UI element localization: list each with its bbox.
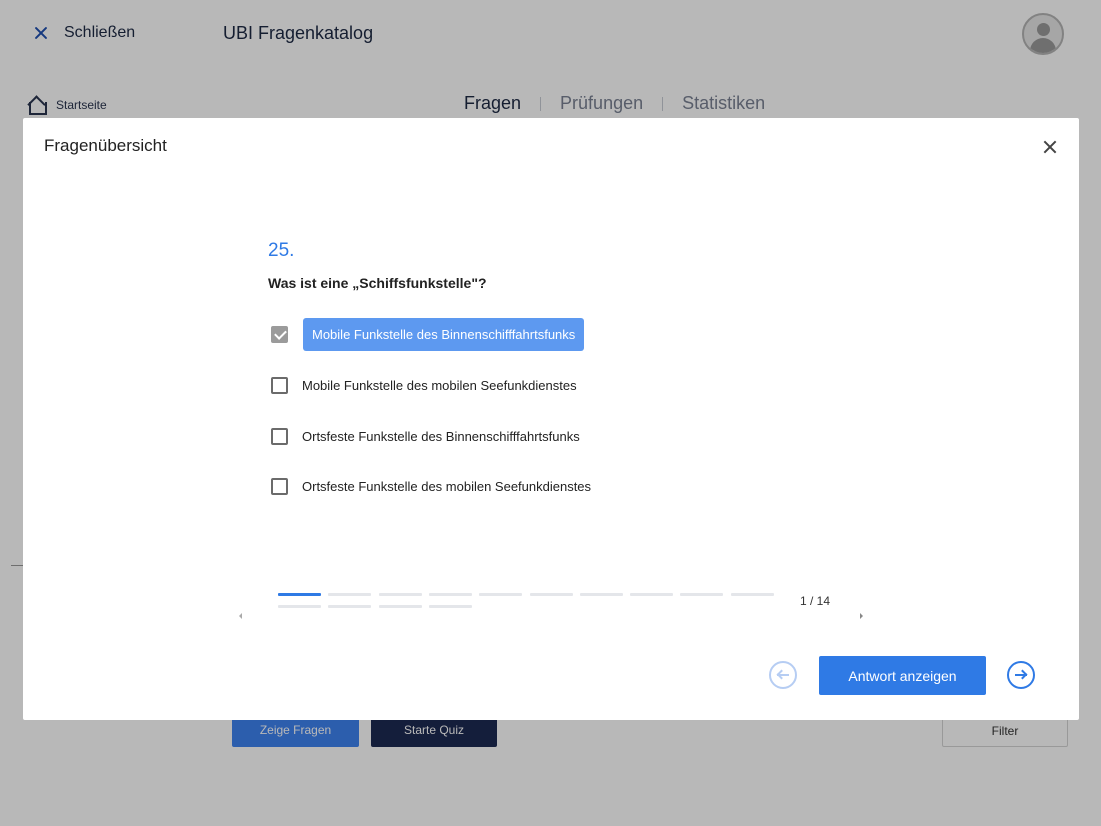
- answer-option-2[interactable]: Mobile Funkstelle des mobilen Seefunkdie…: [271, 377, 577, 394]
- question-text: Was ist eine „Schiffsfunkstelle"?: [268, 275, 487, 291]
- progress-next-arrow-icon[interactable]: [860, 613, 863, 619]
- progress-segment[interactable]: [731, 593, 774, 596]
- answer-option-3[interactable]: Ortsfeste Funkstelle des Binnenschifffah…: [271, 428, 580, 445]
- answer-label: Ortsfeste Funkstelle des mobilen Seefunk…: [302, 479, 592, 494]
- progress-segment[interactable]: [479, 593, 522, 596]
- checkbox-checked[interactable]: [271, 326, 288, 343]
- answer-option-4[interactable]: Ortsfeste Funkstelle des mobilen Seefunk…: [271, 478, 591, 495]
- arrow-left-icon: [776, 669, 789, 681]
- progress-segment[interactable]: [680, 593, 723, 596]
- answer-label: Ortsfeste Funkstelle des Binnenschifffah…: [302, 429, 580, 444]
- question-overview-modal: Fragenübersicht 25. Was ist eine „Schiff…: [23, 118, 1079, 720]
- progress-segment[interactable]: [379, 593, 422, 596]
- progress-segment[interactable]: [328, 605, 371, 608]
- progress-segment[interactable]: [379, 605, 422, 608]
- close-icon[interactable]: [1040, 137, 1060, 157]
- progress-segment[interactable]: [630, 593, 673, 596]
- question-number: 25.: [268, 240, 295, 261]
- answer-option-1[interactable]: Mobile Funkstelle des Binnenschifffahrts…: [271, 318, 585, 351]
- progress-segment[interactable]: [530, 593, 573, 596]
- progress-segment[interactable]: [429, 593, 472, 596]
- progress-segment[interactable]: [429, 605, 472, 608]
- checkbox[interactable]: [271, 428, 288, 445]
- checkbox[interactable]: [271, 478, 288, 495]
- previous-question-button[interactable]: [769, 661, 797, 689]
- show-answer-button[interactable]: Antwort anzeigen: [819, 656, 986, 695]
- next-question-button[interactable]: [1007, 661, 1035, 689]
- answer-label: Mobile Funkstelle des Binnenschifffahrts…: [303, 318, 585, 351]
- progress-prev-arrow-icon[interactable]: [239, 613, 242, 619]
- checkbox[interactable]: [271, 377, 288, 394]
- modal-title: Fragenübersicht: [44, 136, 167, 155]
- progress-segment[interactable]: [580, 593, 623, 596]
- progress-segment[interactable]: [328, 593, 371, 596]
- progress-count: 1 / 14: [800, 594, 831, 608]
- arrow-right-icon: [1015, 669, 1028, 681]
- answer-label: Mobile Funkstelle des mobilen Seefunkdie…: [302, 378, 577, 393]
- progress-segment[interactable]: [278, 605, 321, 608]
- progress-segment[interactable]: [278, 593, 321, 596]
